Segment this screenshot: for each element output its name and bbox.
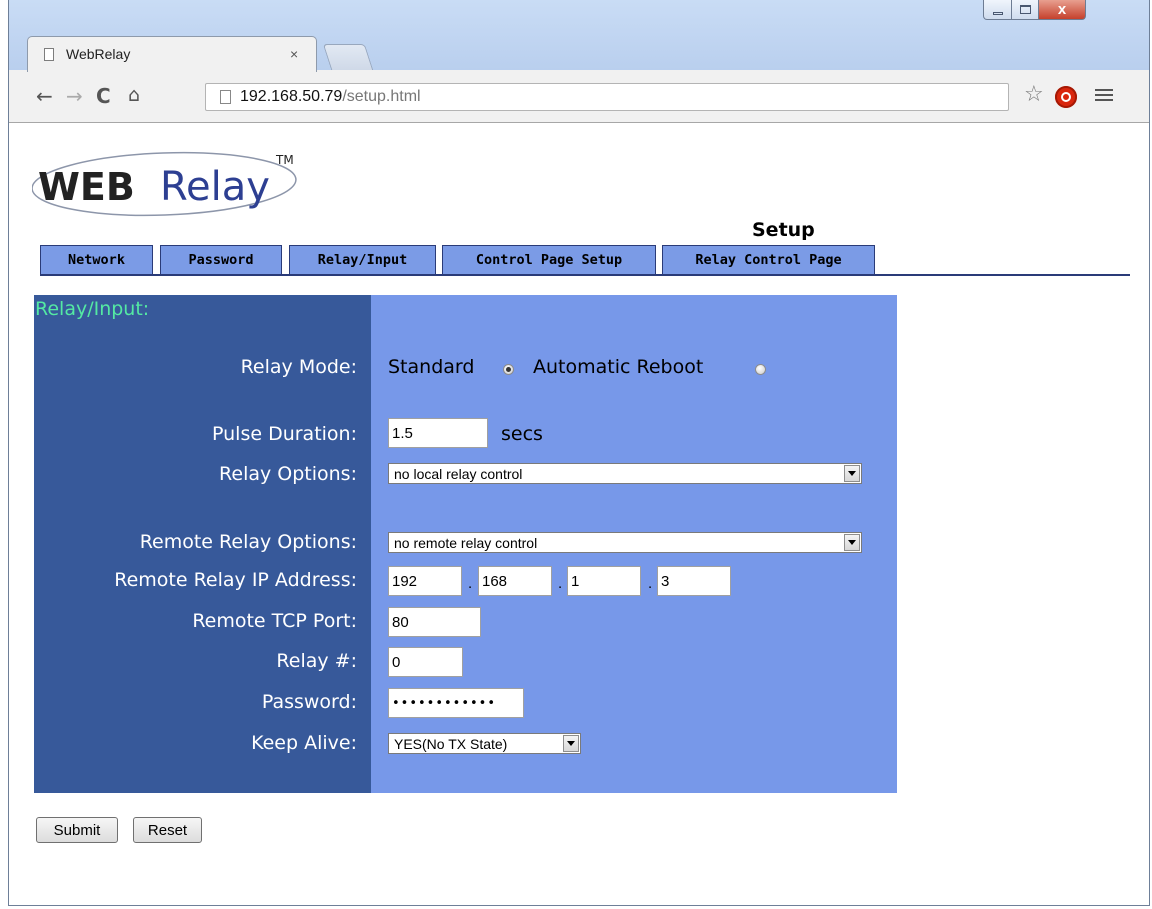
maximize-button[interactable] — [1011, 0, 1039, 20]
remote-tcp-port-label: Remote TCP Port: — [192, 610, 357, 632]
tab-network[interactable]: Network — [40, 245, 153, 274]
remote-relay-options-value: no remote relay control — [394, 535, 538, 551]
forward-arrow-icon[interactable]: → — [66, 86, 83, 106]
password-label: Password: — [261, 691, 357, 713]
relay-options-label: Relay Options: — [219, 463, 357, 485]
radio-standard-label: Standard — [388, 356, 475, 378]
close-icon: x — [1057, 1, 1067, 18]
tab-password[interactable]: Password — [160, 245, 282, 274]
minimize-icon — [992, 12, 1003, 15]
new-tab-button[interactable] — [322, 44, 374, 70]
logo-trademark: TM — [275, 153, 294, 167]
webrelay-logo: WEB Relay TM — [32, 151, 297, 217]
relay-options-value: no local relay control — [394, 466, 523, 482]
maximize-icon — [1019, 5, 1031, 14]
ip-octet-3-input[interactable] — [567, 566, 641, 596]
ip-separator: . — [558, 575, 563, 592]
ip-octet-2-input[interactable] — [478, 566, 552, 596]
url-text[interactable]: 192.168.50.79/setup.html — [240, 88, 421, 106]
section-title: Relay/Input: — [35, 298, 150, 320]
tab-control-page-setup[interactable]: Control Page Setup — [442, 245, 656, 274]
relay-options-select[interactable]: no local relay control — [388, 463, 862, 484]
pulse-duration-unit: secs — [501, 423, 543, 445]
page-icon — [44, 48, 54, 61]
ip-separator: . — [468, 575, 473, 592]
tab-close-icon[interactable]: × — [290, 46, 298, 62]
ip-octet-4-input[interactable] — [657, 566, 731, 596]
ip-octet-1-input[interactable] — [388, 566, 462, 596]
back-arrow-icon[interactable]: ← — [36, 86, 53, 106]
stop-extension-icon[interactable] — [1055, 86, 1077, 108]
menu-icon[interactable] — [1095, 86, 1113, 104]
keep-alive-select[interactable]: YES(No TX State) — [388, 733, 581, 754]
page-icon — [220, 90, 231, 104]
pulse-duration-input[interactable] — [388, 418, 488, 448]
relay-mode-label: Relay Mode: — [240, 356, 357, 378]
radio-automatic-reboot[interactable] — [755, 364, 766, 375]
logo-web-text: WEB — [38, 165, 135, 209]
submit-button[interactable]: Submit — [36, 817, 118, 843]
reload-icon[interactable]: C — [96, 86, 111, 106]
tab-title: WebRelay — [66, 46, 131, 62]
relay-number-input[interactable] — [388, 647, 463, 677]
ip-separator: . — [648, 575, 653, 592]
remote-relay-options-label: Remote Relay Options: — [139, 531, 357, 553]
page-title: Setup — [752, 219, 815, 241]
radio-automatic-reboot-label: Automatic Reboot — [533, 356, 704, 378]
keep-alive-value: YES(No TX State) — [394, 736, 508, 752]
tab-relay-control-page[interactable]: Relay Control Page — [662, 245, 875, 274]
remote-ip-label: Remote Relay IP Address: — [114, 569, 357, 591]
relay-number-label: Relay #: — [276, 650, 357, 672]
home-icon[interactable]: ⌂ — [128, 86, 140, 105]
pulse-duration-label: Pulse Duration: — [212, 423, 357, 445]
close-window-button[interactable]: x — [1038, 0, 1086, 20]
keep-alive-label: Keep Alive: — [251, 732, 357, 754]
browser-tab[interactable]: WebRelay × — [27, 36, 317, 72]
chevron-down-icon[interactable] — [563, 735, 579, 752]
url-host: 192.168.50.79 — [240, 88, 343, 105]
minimize-button[interactable] — [983, 0, 1012, 20]
chrome-divider — [9, 122, 1149, 123]
radio-standard[interactable] — [503, 364, 514, 375]
address-bar[interactable]: 192.168.50.79/setup.html — [205, 83, 1009, 111]
remote-relay-options-select[interactable]: no remote relay control — [388, 532, 862, 553]
reset-button[interactable]: Reset — [133, 817, 202, 843]
logo-relay-text: Relay — [160, 164, 270, 210]
tab-divider — [40, 274, 1130, 276]
chevron-down-icon[interactable] — [844, 534, 860, 551]
chevron-down-icon[interactable] — [844, 465, 860, 482]
star-icon[interactable]: ☆ — [1024, 84, 1044, 106]
url-path: /setup.html — [342, 88, 421, 105]
remote-tcp-port-input[interactable] — [388, 607, 481, 637]
tab-relay-input[interactable]: Relay/Input — [289, 245, 436, 274]
password-input[interactable] — [388, 688, 524, 718]
